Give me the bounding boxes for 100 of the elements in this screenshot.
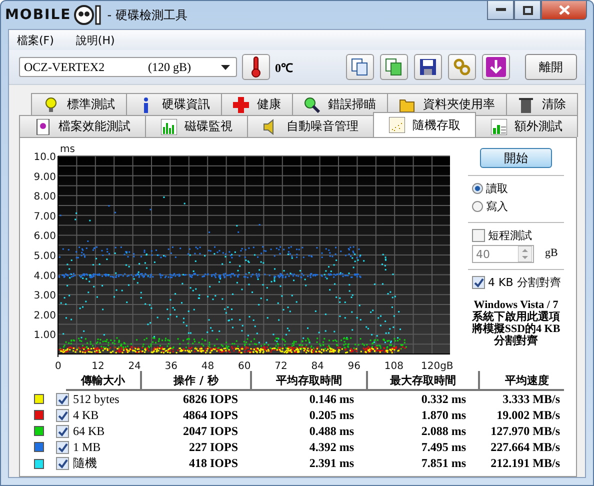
x-axis-label: 12 [92,361,104,372]
note-text: Windows Vista / 7 [474,299,558,311]
drive-dropdown[interactable]: OCZ-VERTEX2 (120 gB) [19,57,237,77]
document-icon [34,118,50,134]
note-text: 分割對齊 [494,335,538,348]
x-axis-label: 60 [238,361,251,372]
size-label: 隨機 [73,455,97,472]
table-cell-text: 0.332 ms [420,392,467,406]
unit-label: gB [545,247,558,259]
x-axis-label: 36 [164,361,178,372]
table-cell-text: 0.205 ms [308,408,355,422]
checkbox[interactable] [56,408,69,422]
radio-label: 寫入 [486,198,508,214]
x-axis-label: 24 [128,361,141,372]
minimize-button[interactable] [487,1,514,20]
table-cell-text: 19.002 MB/s [496,408,561,422]
owl-logo-icon [73,4,104,26]
copy-icon [351,58,369,76]
tab[interactable]: 標準測試 [31,93,127,115]
table-cell-text: 1.870 ms [420,408,467,422]
radio-label: 讀取 [486,180,508,196]
tab[interactable]: 隨機存取 [373,112,476,137]
exit-button[interactable]: 離開 [525,54,577,80]
bulb-icon [43,96,59,112]
table-cell-text: 4864 IOPS [182,408,239,422]
checkbox[interactable] [56,440,69,454]
tab[interactable]: 健康 [221,93,293,115]
table-cell-text: 6826 IOPS [182,392,239,406]
x-axis-label: 120gB [421,361,454,372]
checkbox[interactable] [472,228,485,242]
checkbox[interactable] [472,276,485,288]
checkbox[interactable] [56,424,69,438]
table-cell-text: 7.851 ms [420,456,467,471]
size-label: 64 KB [73,424,105,438]
table-cell-text: 2.391 ms [308,456,355,471]
size-spin-field[interactable]: 40 [472,245,534,263]
trash-icon [518,96,534,112]
column-header: 操作 / 秒 [142,371,252,389]
note-text: 將模擬SSD的4 KB [472,323,560,336]
table-cell-text: 212.191 MB/s [490,456,561,471]
size-label: 4 KB [73,408,99,422]
y-axis-label: 9.00 [34,172,56,183]
y-axis-label: 10.0 [34,152,56,163]
checkbox[interactable] [56,392,69,406]
tab[interactable]: 自動噪音管理 [247,115,374,137]
spin-arrows-icon [518,246,532,262]
table-cell-text: 7.495 ms [420,440,467,454]
tab[interactable]: 額外測試 [475,115,578,137]
temperature-reading: 0℃ [275,60,293,76]
maximize-button[interactable] [514,1,541,20]
table-cell-text: 3.333 MB/s [502,392,561,406]
start-button[interactable]: 開始 [480,148,552,168]
menu-item[interactable]: 檔案(F) [17,32,54,48]
table-cell-text: 2047 IOPS [182,424,239,438]
download-button[interactable] [482,54,510,80]
thermometer-icon [251,56,261,78]
tab[interactable]: 硬碟資訊 [126,93,222,115]
temperature-button[interactable] [242,54,270,80]
x-axis-label: 84 [311,361,324,372]
save-icon [419,58,437,76]
y-axis-label: 7.00 [34,211,56,222]
download-icon [486,57,506,77]
tab[interactable]: 檔案效能測試 [19,115,146,137]
copy-button[interactable] [346,54,374,80]
table-cell-text: 227.664 MB/s [490,440,561,454]
y-axis-label: 8.00 [34,192,56,203]
x-axis-label: 108 [384,361,404,372]
table-cell-text: 127.970 MB/s [490,424,561,438]
checkbox[interactable] [56,457,69,470]
table-cell-text: 0.146 ms [308,392,355,406]
x-axis-label: 48 [201,361,214,372]
checkbox-label: 短程測試 [488,228,532,242]
tab[interactable]: 磁碟監視 [145,115,248,137]
copy-image-icon [385,58,403,76]
close-button[interactable] [541,1,587,20]
plus-icon [233,96,249,112]
size-label: 1 MB [73,440,101,454]
copy-image-button[interactable] [380,54,408,80]
options-button[interactable] [448,54,476,80]
chart-grid-icon [490,118,506,134]
chain-icon [453,58,471,76]
menu-item[interactable]: 說明(H) [76,32,115,48]
size-label: 512 bytes [73,392,120,406]
y-axis-label: 2.00 [34,310,56,322]
y-axis-label: 6.00 [34,231,56,242]
table-cell-text: 227 IOPS [188,440,239,454]
table-cell-text: 418 IOPS [188,456,239,471]
y-axis-label: 3.00 [34,290,56,302]
note-text: 系統下啟用此選項 [472,311,560,324]
table-cell-text: 2.088 ms [420,424,467,438]
radio-button[interactable] [472,200,483,212]
save-button[interactable] [414,54,442,80]
y-axis-label: 1.00 [34,330,56,342]
tab[interactable]: 錯誤掃瞄 [292,93,388,115]
maximize-icon [522,6,532,14]
column-header: 平均存取時間 [252,371,368,389]
radio-button[interactable] [472,182,483,194]
column-header: 傳輸大小 [66,371,142,389]
tab[interactable]: 清除 [506,93,578,115]
window-title: - 硬碟檢測工具 [107,6,188,24]
